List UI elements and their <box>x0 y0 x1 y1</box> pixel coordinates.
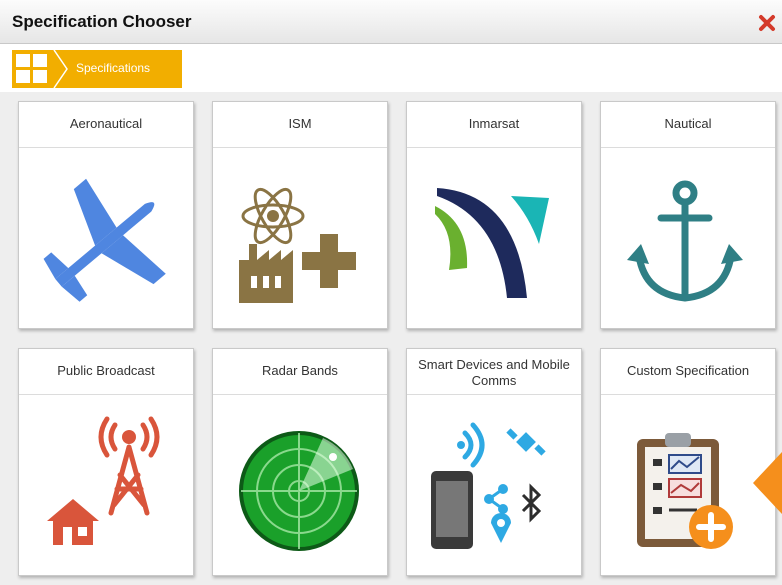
anchor-icon <box>627 180 743 302</box>
airplane-icon <box>43 178 166 302</box>
tile-ism[interactable]: ISM <box>212 101 388 329</box>
next-page-arrow-icon[interactable] <box>753 452 782 514</box>
tile-public-broadcast[interactable]: Public Broadcast <box>18 348 194 576</box>
radar-icon <box>239 431 359 551</box>
tile-aeronautical[interactable]: Aeronautical <box>18 101 194 329</box>
breadcrumb-item-specifications[interactable]: Specifications <box>76 61 150 75</box>
tile-label: Aeronautical <box>19 102 193 148</box>
industrial-scientific-medical-icon <box>239 187 356 303</box>
tile-label: Public Broadcast <box>19 349 193 395</box>
broadcast-tower-icon <box>47 416 160 545</box>
tile-custom-specification[interactable]: Custom Specification <box>600 348 776 576</box>
custom-spec-clipboard-icon <box>637 433 733 549</box>
tile-radar-bands[interactable]: Radar Bands <box>212 348 388 576</box>
tile-label: Inmarsat <box>407 102 581 148</box>
tile-label: Radar Bands <box>213 349 387 395</box>
title-bar: Specification Chooser <box>0 0 782 44</box>
tile-inmarsat[interactable]: Inmarsat <box>406 101 582 329</box>
tile-smart-devices[interactable]: Smart Devices and Mobile Comms <box>406 348 582 576</box>
tile-nautical[interactable]: Nautical <box>600 101 776 329</box>
window-title: Specification Chooser <box>12 12 192 31</box>
tile-label: Nautical <box>601 102 775 148</box>
smart-devices-icon <box>431 422 546 549</box>
inmarsat-logo-icon <box>435 188 549 298</box>
breadcrumb[interactable]: Specifications <box>12 50 182 88</box>
tile-label: ISM <box>213 102 387 148</box>
close-icon[interactable] <box>758 14 776 32</box>
tile-label: Custom Specification <box>601 349 775 395</box>
tile-label: Smart Devices and Mobile Comms <box>407 349 581 395</box>
